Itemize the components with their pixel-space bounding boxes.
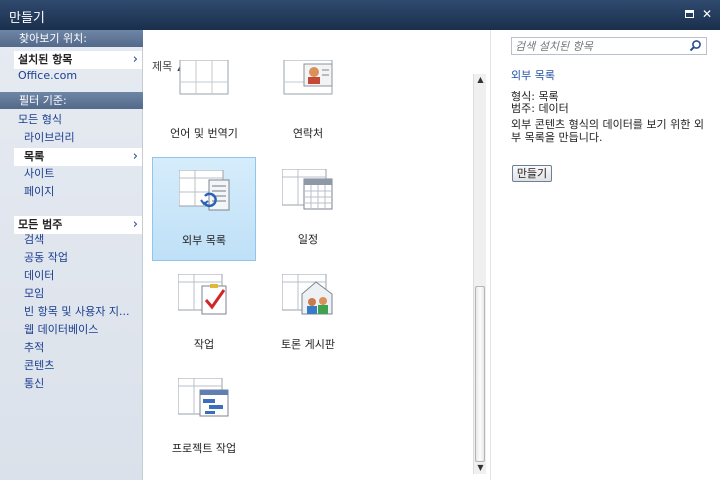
- sidebar-item-web-database[interactable]: 웹 데이터베이스: [24, 321, 142, 339]
- sidebar-item-label: 목록: [24, 150, 45, 163]
- close-icon: ✕: [701, 7, 713, 21]
- create-button[interactable]: 만들기: [512, 165, 552, 182]
- tile-label: 일정: [297, 233, 319, 246]
- template-gallery: 제목▲ 형식 언어 및 번역기 연락처: [143, 30, 490, 480]
- sidebar-item-tracking[interactable]: 추적: [24, 339, 142, 357]
- sidebar: 찾아보기 위치: 설치된 항목 › Office.com 필터 기준: 모든 형…: [0, 30, 143, 480]
- browse-header: 찾아보기 위치:: [0, 30, 143, 47]
- sidebar-item-label: 설치된 항목: [18, 53, 73, 66]
- discussion-board-icon: [282, 274, 333, 315]
- tile-external-list[interactable]: 외부 목록: [152, 157, 256, 261]
- chevron-right-icon: ›: [132, 149, 138, 164]
- sidebar-item-page[interactable]: 페이지: [24, 183, 142, 201]
- tile-label: 프로젝트 작업: [171, 442, 237, 455]
- tile-tasks[interactable]: 작업: [152, 262, 256, 366]
- maximize-button[interactable]: [682, 7, 696, 21]
- search-box[interactable]: [511, 37, 707, 55]
- contacts-list-icon: [283, 60, 333, 95]
- tile-label: 연락처: [292, 127, 324, 140]
- external-list-icon: [179, 170, 230, 211]
- sidebar-item-search[interactable]: 검색: [24, 231, 142, 249]
- sidebar-item-blank-custom[interactable]: 빈 항목 및 사용자 지...: [24, 303, 142, 321]
- tasks-list-icon: [178, 274, 227, 315]
- dialog-title: 만들기: [9, 11, 45, 26]
- sidebar-item-office-com[interactable]: Office.com: [14, 67, 142, 85]
- sidebar-item-content[interactable]: 콘텐츠: [24, 357, 142, 375]
- scroll-up-arrow[interactable]: ▲: [474, 74, 487, 86]
- sidebar-item-site[interactable]: 사이트: [24, 165, 142, 183]
- tile-label: 언어 및 번역기: [170, 127, 238, 140]
- maximize-icon: [684, 10, 694, 18]
- sidebar-item-meetings[interactable]: 모임: [24, 285, 142, 303]
- detail-description: 외부 콘텐츠 형식의 데이터를 보기 위한 외부 목록을 만듭니다.: [511, 118, 705, 144]
- dialog-titlebar: 만들기 ✕: [0, 0, 720, 30]
- tile-translator[interactable]: 언어 및 번역기: [152, 60, 256, 144]
- sidebar-item-library[interactable]: 라이브러리: [24, 129, 142, 147]
- scroll-down-arrow[interactable]: ▼: [474, 462, 487, 474]
- detail-panel: 외부 목록 형식: 목록 범주: 데이터 외부 콘텐츠 형식의 데이터를 보기 …: [490, 30, 720, 480]
- close-button[interactable]: ✕: [700, 7, 714, 21]
- search-input[interactable]: [512, 38, 688, 54]
- tile-label: 토론 게시판: [280, 338, 336, 351]
- tile-discussion[interactable]: 토론 게시판: [256, 262, 360, 366]
- translator-list-icon: [179, 60, 229, 95]
- calendar-list-icon: [282, 169, 333, 210]
- tile-project-tasks[interactable]: 프로젝트 작업: [152, 366, 256, 470]
- tile-contacts[interactable]: 연락처: [256, 60, 360, 144]
- sidebar-item-label: 모든 범주: [18, 218, 63, 231]
- detail-category: 범주: 데이터: [511, 102, 569, 115]
- tile-label: 외부 목록: [182, 234, 226, 247]
- scrollbar-thumb[interactable]: [475, 286, 485, 462]
- sidebar-item-all-types[interactable]: 모든 형식: [14, 111, 142, 129]
- gallery-scrollbar[interactable]: ▲ ▼: [473, 74, 486, 474]
- tile-label: 작업: [193, 338, 215, 351]
- sidebar-item-communications[interactable]: 통신: [24, 375, 142, 393]
- detail-title: 외부 목록: [511, 69, 555, 82]
- project-tasks-icon: [178, 378, 229, 417]
- sidebar-item-list[interactable]: 목록 ›: [14, 148, 142, 166]
- search-icon[interactable]: [689, 39, 702, 52]
- tile-calendar[interactable]: 일정: [256, 157, 360, 261]
- filter-header: 필터 기준:: [0, 92, 143, 109]
- sidebar-item-collaboration[interactable]: 공동 작업: [24, 249, 142, 267]
- sidebar-item-data[interactable]: 데이터: [24, 267, 142, 285]
